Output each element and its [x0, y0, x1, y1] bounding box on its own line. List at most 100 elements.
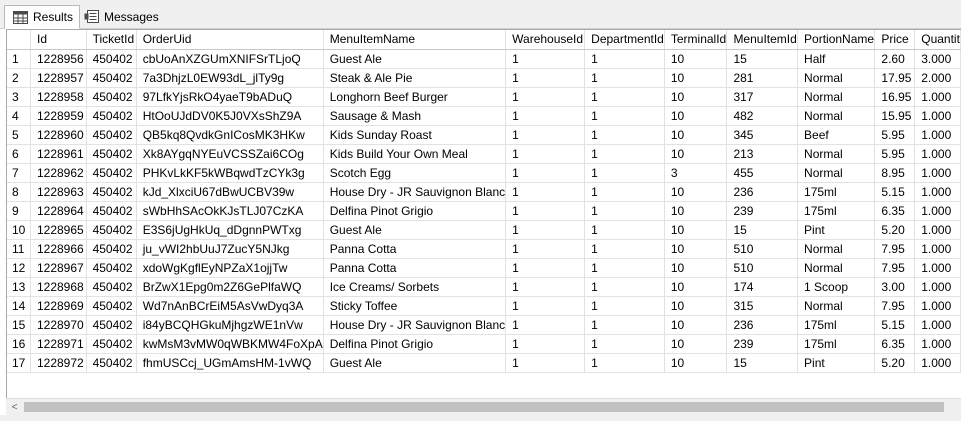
cell-rownum[interactable]: 4 — [7, 106, 31, 126]
cell-portionname[interactable]: Normal — [797, 144, 876, 164]
table-row[interactable]: 2 1228957 450402 7a3DhjzL0EW93dL_jlTy9g Stea… — [7, 68, 961, 88]
cell-id[interactable]: 1228969 — [30, 296, 87, 316]
cell-departmentid[interactable]: 1 — [584, 315, 665, 335]
cell-price[interactable]: 8.95 — [874, 163, 916, 183]
cell-departmentid[interactable]: 1 — [584, 49, 665, 69]
cell-portionname[interactable]: Pint — [797, 220, 876, 240]
column-header-orderuid[interactable]: OrderUid — [136, 30, 324, 50]
cell-price[interactable]: 17.95 — [874, 68, 916, 88]
cell-orderuid[interactable]: BrZwX1Epg0m2Z6GePlfaWQ — [136, 277, 324, 297]
cell-warehouseid[interactable]: 1 — [505, 220, 586, 240]
cell-menuitemname[interactable]: Longhorn Beef Burger — [323, 87, 507, 107]
cell-departmentid[interactable]: 1 — [584, 144, 665, 164]
cell-price[interactable]: 6.35 — [874, 201, 916, 221]
cell-portionname[interactable]: Normal — [797, 239, 876, 259]
cell-portionname[interactable]: Normal — [797, 258, 876, 278]
table-row[interactable]: 1 1228956 450402 cbUoAnXZGUmXNIFSrTLjoQ Gues… — [7, 49, 961, 69]
cell-menuitemid[interactable]: 15 — [726, 220, 799, 240]
cell-terminalid[interactable]: 10 — [664, 220, 728, 240]
cell-id[interactable]: 1228962 — [30, 163, 87, 183]
cell-terminalid[interactable]: 10 — [664, 144, 728, 164]
cell-terminalid[interactable]: 10 — [664, 334, 728, 354]
cell-warehouseid[interactable]: 1 — [505, 296, 586, 316]
cell-warehouseid[interactable]: 1 — [505, 182, 586, 202]
cell-departmentid[interactable]: 1 — [584, 125, 665, 145]
cell-id[interactable]: 1228966 — [30, 239, 87, 259]
cell-warehouseid[interactable]: 1 — [505, 277, 586, 297]
cell-ticketid[interactable]: 450402 — [86, 144, 137, 164]
table-row[interactable]: 6 1228961 450402 Xk8AYgqNYEuVCSSZai6COg Kids… — [7, 144, 961, 164]
cell-orderuid[interactable]: 7a3DhjzL0EW93dL_jlTy9g — [136, 68, 324, 88]
cell-menuitemid[interactable]: 281 — [726, 68, 799, 88]
cell-quantity[interactable]: 1.000 — [914, 182, 961, 202]
cell-price[interactable]: 16.95 — [874, 87, 916, 107]
cell-quantity[interactable]: 1.000 — [914, 239, 961, 259]
cell-ticketid[interactable]: 450402 — [86, 49, 137, 69]
cell-ticketid[interactable]: 450402 — [86, 68, 137, 88]
cell-ticketid[interactable]: 450402 — [86, 277, 137, 297]
cell-rownum[interactable]: 5 — [7, 125, 31, 145]
cell-menuitemid[interactable]: 174 — [726, 277, 799, 297]
cell-id[interactable]: 1228958 — [30, 87, 87, 107]
cell-menuitemid[interactable]: 345 — [726, 125, 799, 145]
cell-terminalid[interactable]: 10 — [664, 277, 728, 297]
cell-rownum[interactable]: 11 — [7, 239, 31, 259]
cell-quantity[interactable]: 1.000 — [914, 353, 961, 373]
cell-warehouseid[interactable]: 1 — [505, 144, 586, 164]
cell-rownum[interactable]: 13 — [7, 277, 31, 297]
cell-warehouseid[interactable]: 1 — [505, 334, 586, 354]
cell-ticketid[interactable]: 450402 — [86, 87, 137, 107]
cell-menuitemname[interactable]: Guest Ale — [323, 353, 507, 373]
cell-departmentid[interactable]: 1 — [584, 239, 665, 259]
table-row[interactable]: 12 1228967 450402 xdoWgKgflEyNPZaX1ojjTw Pan… — [7, 258, 961, 278]
cell-menuitemname[interactable]: Sticky Toffee — [323, 296, 507, 316]
cell-orderuid[interactable]: kwMsM3vMW0qWBKMW4FoXpA — [136, 334, 324, 354]
cell-terminalid[interactable]: 10 — [664, 201, 728, 221]
cell-portionname[interactable]: Normal — [797, 296, 876, 316]
cell-ticketid[interactable]: 450402 — [86, 239, 137, 259]
column-header-terminalid[interactable]: TerminalId — [664, 30, 728, 50]
cell-departmentid[interactable]: 1 — [584, 296, 665, 316]
cell-departmentid[interactable]: 1 — [584, 68, 665, 88]
cell-menuitemname[interactable]: Steak & Ale Pie — [323, 68, 507, 88]
cell-warehouseid[interactable]: 1 — [505, 87, 586, 107]
cell-price[interactable]: 5.15 — [874, 315, 916, 335]
cell-terminalid[interactable]: 10 — [664, 125, 728, 145]
table-row[interactable]: 9 1228964 450402 sWbHhSAcOkKJsTLJ07CzKA Delf… — [7, 201, 961, 221]
cell-departmentid[interactable]: 1 — [584, 258, 665, 278]
cell-terminalid[interactable]: 10 — [664, 68, 728, 88]
cell-rownum[interactable]: 14 — [7, 296, 31, 316]
cell-portionname[interactable]: Normal — [797, 68, 876, 88]
column-header-warehouseid[interactable]: WarehouseId — [505, 30, 586, 50]
cell-warehouseid[interactable]: 1 — [505, 163, 586, 183]
scroll-left-arrow-icon[interactable]: < — [6, 399, 23, 415]
cell-warehouseid[interactable]: 1 — [505, 201, 586, 221]
cell-id[interactable]: 1228967 — [30, 258, 87, 278]
cell-quantity[interactable]: 1.000 — [914, 258, 961, 278]
cell-rownum[interactable]: 15 — [7, 315, 31, 335]
table-row[interactable]: 14 1228969 450402 Wd7nAnBCrEiM5AsVwDyq3A Sti… — [7, 296, 961, 316]
table-row[interactable]: 11 1228966 450402 ju_vWI2hbUuJ7ZucY5NJkg Pan… — [7, 239, 961, 259]
cell-id[interactable]: 1228965 — [30, 220, 87, 240]
cell-terminalid[interactable]: 10 — [664, 49, 728, 69]
cell-warehouseid[interactable]: 1 — [505, 239, 586, 259]
cell-ticketid[interactable]: 450402 — [86, 296, 137, 316]
column-header-menuitemid[interactable]: MenuItemId — [726, 30, 799, 50]
cell-quantity[interactable]: 1.000 — [914, 87, 961, 107]
cell-orderuid[interactable]: Wd7nAnBCrEiM5AsVwDyq3A — [136, 296, 324, 316]
cell-id[interactable]: 1228964 — [30, 201, 87, 221]
cell-rownum[interactable]: 7 — [7, 163, 31, 183]
cell-orderuid[interactable]: i84yBCQHGkuMjhgzWE1nVw — [136, 315, 324, 335]
table-row[interactable]: 17 1228972 450402 fhmUSCcj_UGmAmsHM-1vWQ Gue… — [7, 353, 961, 373]
cell-orderuid[interactable]: PHKvLkKF5kWBqwdTzCYk3g — [136, 163, 324, 183]
cell-menuitemid[interactable]: 15 — [726, 353, 799, 373]
cell-orderuid[interactable]: kJd_XlxciU67dBwUCBV39w — [136, 182, 324, 202]
cell-ticketid[interactable]: 450402 — [86, 334, 137, 354]
cell-price[interactable]: 5.20 — [874, 353, 916, 373]
tab-messages[interactable]: Messages — [76, 5, 165, 28]
cell-menuitemname[interactable]: Kids Build Your Own Meal — [323, 144, 507, 164]
cell-menuitemname[interactable]: Scotch Egg — [323, 163, 507, 183]
cell-price[interactable]: 5.20 — [874, 220, 916, 240]
cell-portionname[interactable]: Normal — [797, 163, 876, 183]
cell-departmentid[interactable]: 1 — [584, 277, 665, 297]
